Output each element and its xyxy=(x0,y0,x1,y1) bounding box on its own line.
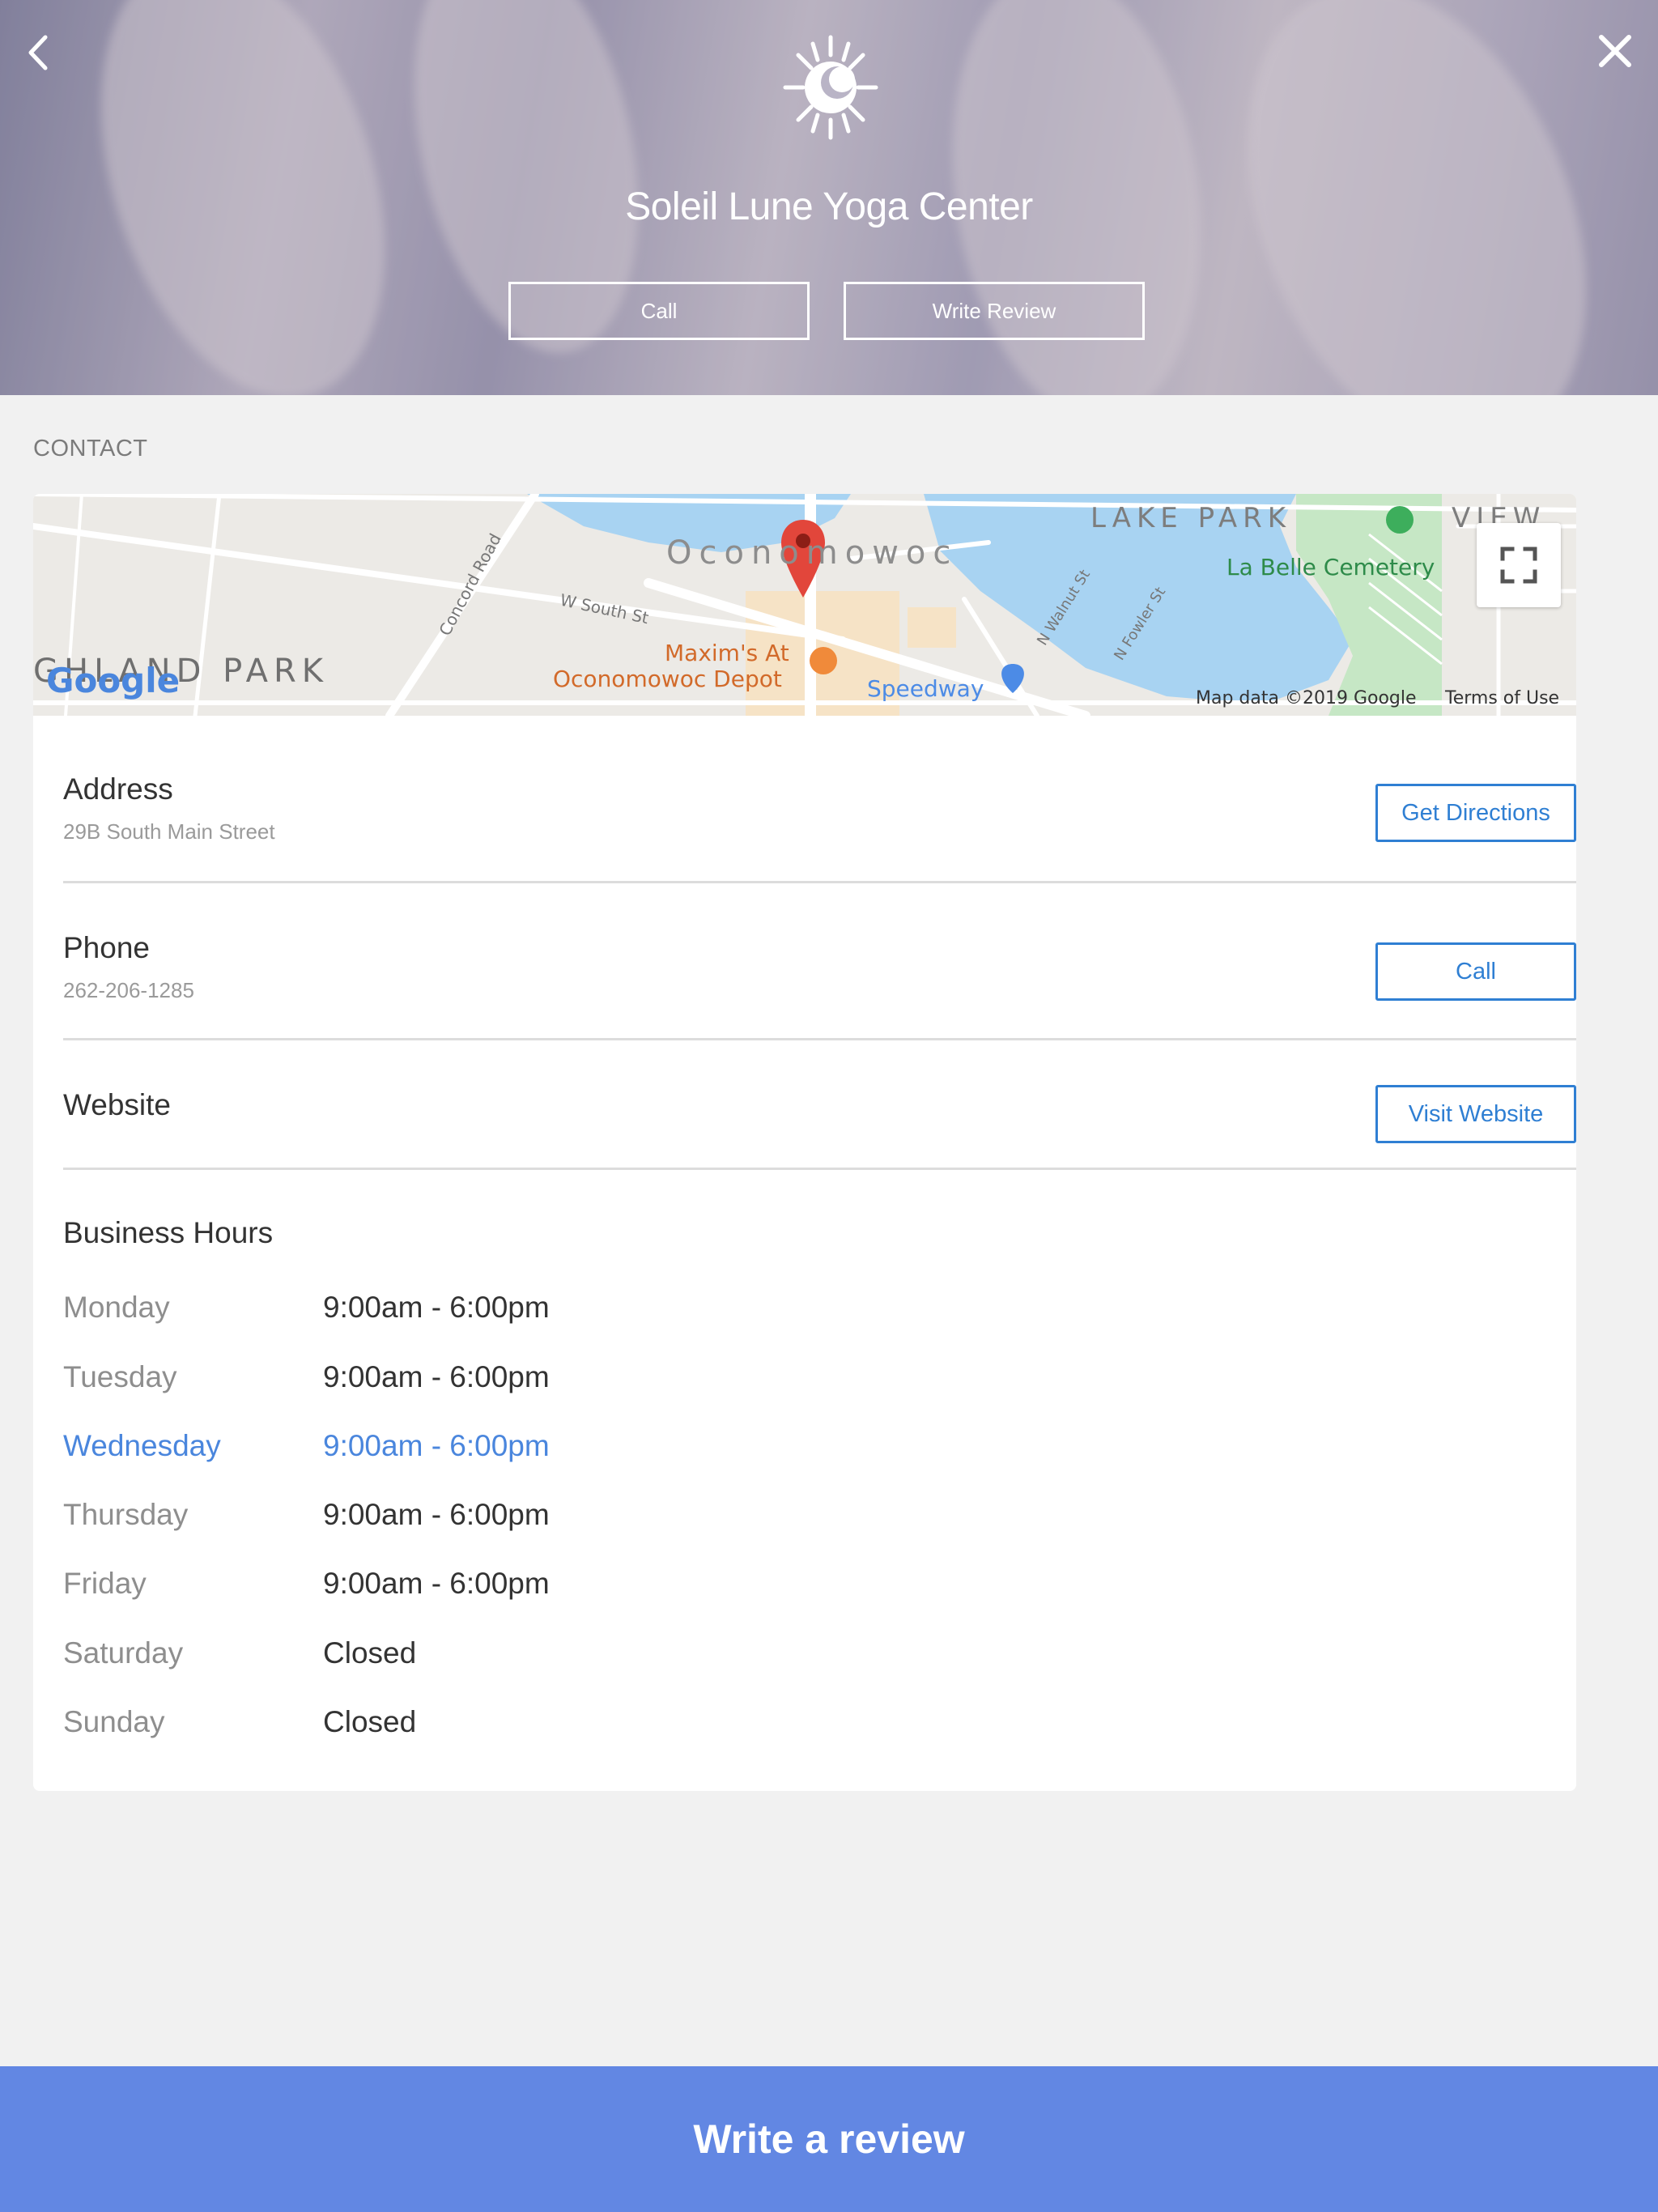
hours-time: 9:00am - 6:00pm xyxy=(323,1360,550,1393)
hours-row-saturday: Saturday Closed xyxy=(63,1636,711,1677)
hours-time: Closed xyxy=(323,1705,417,1738)
back-button[interactable] xyxy=(23,32,55,73)
hours-time: 9:00am - 6:00pm xyxy=(323,1498,550,1531)
website-label: Website xyxy=(63,1088,171,1121)
section-title-contact: CONTACT xyxy=(33,436,148,462)
map[interactable]: GHLAND PARK Oconomowoc LAKE PARK VIEW La… xyxy=(33,494,1576,716)
business-hours-title: Business Hours xyxy=(63,1216,274,1249)
map-label-restaurant-line2: Oconomowoc Depot xyxy=(553,666,782,692)
fullscreen-icon xyxy=(1500,547,1537,584)
contact-card: GHLAND PARK Oconomowoc LAKE PARK VIEW La… xyxy=(33,494,1576,1791)
website-row: Website Visit Website xyxy=(63,1078,1576,1159)
hours-day: Friday xyxy=(63,1567,147,1600)
hours-row-sunday: Sunday Closed xyxy=(63,1705,711,1746)
hours-time: 9:00am - 6:00pm xyxy=(323,1567,550,1600)
map-label-speedway: Speedway xyxy=(867,675,984,702)
map-label-town: Oconomowoc xyxy=(666,534,959,572)
sun-moon-logo xyxy=(780,32,881,143)
map-label-lake-park: LAKE PARK xyxy=(1090,502,1292,534)
header-write-review-button[interactable]: Write Review xyxy=(844,282,1145,340)
business-name: Soleil Lune Yoga Center xyxy=(625,185,1033,228)
close-button[interactable] xyxy=(1595,31,1635,71)
close-icon xyxy=(1599,35,1631,67)
header-call-button[interactable]: Call xyxy=(508,282,810,340)
phone-value: 262-206-1285 xyxy=(63,978,194,1002)
address-value: 29B South Main Street xyxy=(63,819,275,844)
hours-row-thursday: Thursday 9:00am - 6:00pm xyxy=(63,1498,711,1538)
hours-time-today: 9:00am - 6:00pm xyxy=(323,1429,550,1462)
map-label-cemetery: La Belle Cemetery xyxy=(1226,554,1435,581)
write-review-cta-button[interactable]: Write a review xyxy=(0,2066,1658,2212)
hours-row-monday: Monday 9:00am - 6:00pm xyxy=(63,1291,711,1331)
divider xyxy=(63,1168,1576,1170)
fullscreen-button[interactable] xyxy=(1477,523,1561,607)
hours-day: Thursday xyxy=(63,1498,189,1531)
hours-day-today: Wednesday xyxy=(63,1429,221,1462)
hours-day: Monday xyxy=(63,1291,170,1324)
phone-label: Phone xyxy=(63,931,150,964)
hours-time: 9:00am - 6:00pm xyxy=(323,1291,550,1324)
map-terms-link[interactable]: Terms of Use xyxy=(1445,688,1559,708)
header-banner: Soleil Lune Yoga Center Call Write Revie… xyxy=(0,0,1658,395)
hours-row-wednesday: Wednesday 9:00am - 6:00pm xyxy=(63,1429,711,1470)
phone-row: Phone 262-206-1285 Call xyxy=(63,921,1576,1019)
hours-row-tuesday: Tuesday 9:00am - 6:00pm xyxy=(63,1360,711,1401)
divider xyxy=(63,881,1576,883)
call-button[interactable]: Call xyxy=(1375,942,1576,1001)
chevron-left-icon xyxy=(28,35,48,70)
hours-row-friday: Friday 9:00am - 6:00pm xyxy=(63,1567,711,1607)
hours-time: Closed xyxy=(323,1636,417,1670)
hours-day: Tuesday xyxy=(63,1360,177,1393)
map-label-restaurant: Maxim's At xyxy=(665,640,789,666)
address-row: Address 29B South Main Street Get Direct… xyxy=(63,763,1576,860)
map-attribution: Map data ©2019 Google xyxy=(1196,688,1417,708)
google-logo: Google xyxy=(46,661,181,700)
divider xyxy=(63,1038,1576,1040)
hours-day: Sunday xyxy=(63,1705,165,1738)
address-label: Address xyxy=(63,772,173,806)
visit-website-button[interactable]: Visit Website xyxy=(1375,1085,1576,1143)
hours-day: Saturday xyxy=(63,1636,184,1670)
get-directions-button[interactable]: Get Directions xyxy=(1375,784,1576,842)
